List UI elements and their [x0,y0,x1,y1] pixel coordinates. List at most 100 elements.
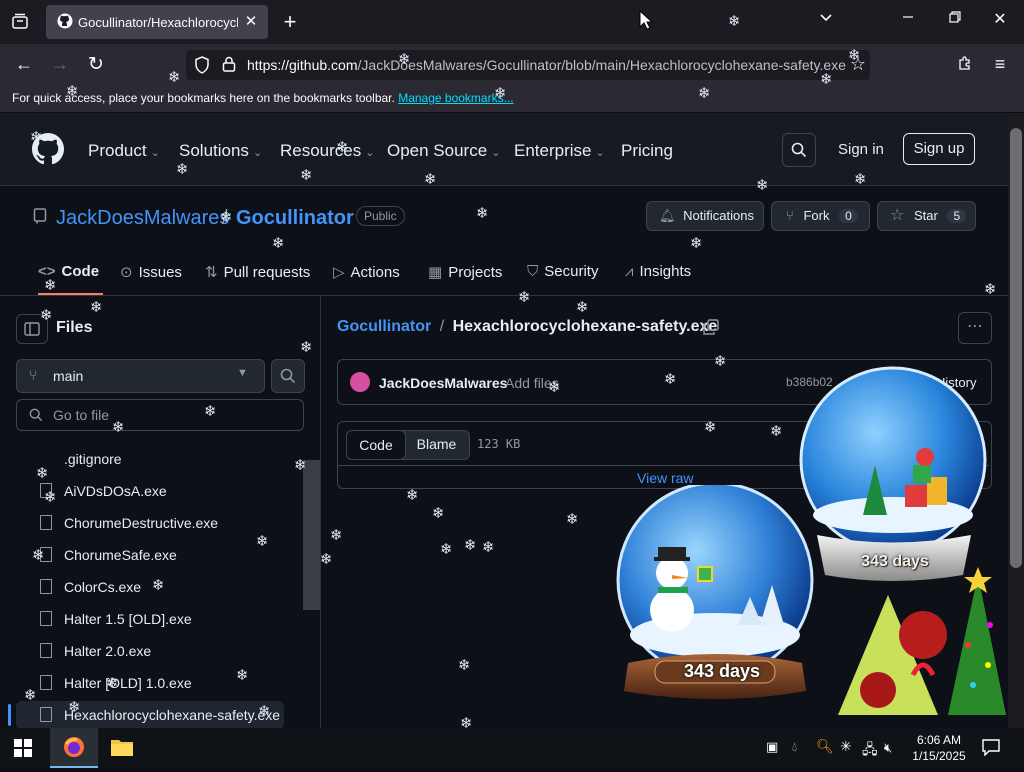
snowflake-icon: ❄ [548,379,561,396]
forward-icon[interactable]: → [50,54,70,75]
file-item[interactable]: Halter [OLD] 1.0.exe [40,669,310,697]
search-button[interactable] [782,133,816,167]
breadcrumb-repo-link[interactable]: Gocullinator [337,318,431,335]
snowflake-icon: ❄ [320,551,333,568]
snowflake-icon: ❄ [704,419,717,436]
sign-in-link[interactable]: Sign in [838,141,884,158]
close-window-icon[interactable]: ✕ [992,9,1008,29]
copy-path-icon[interactable] [703,319,719,340]
repo-owner-link[interactable]: JackDoesMalwares [56,207,229,230]
search-icon [280,368,296,384]
minimize-icon[interactable] [900,10,916,28]
taskbar-firefox[interactable] [50,728,98,768]
file-item-selected[interactable]: Hexachlorocyclohexane-safety.exe [16,701,284,729]
snowflake-icon: ❄ [40,307,53,324]
windows-start-icon[interactable] [14,739,32,762]
tab-security[interactable]: ⛉ Security [527,263,598,280]
nav-solutions[interactable]: Solutions ⌄ [179,141,262,161]
file-item[interactable]: .gitignore [28,445,298,473]
search-icon [29,408,43,422]
nav-product[interactable]: Product ⌄ [88,141,160,161]
countdown-days-left: 343 days [683,661,761,681]
avatar[interactable] [350,372,370,392]
commit-author[interactable]: JackDoesMalwares [379,375,507,391]
tab-insights[interactable]: ⩘ Insights [625,263,691,280]
file-tree-scrollbar[interactable] [303,460,320,610]
snow-globe-gifts: 343 days [795,365,995,590]
file-item[interactable]: ColorCs.exe [40,573,310,601]
more-options-button[interactable]: ⋯ [958,312,992,344]
tab-issues-label: Issues [138,264,182,281]
repo-name-link[interactable]: Gocullinator [236,207,354,230]
tray-network-icon[interactable]: 🖧 [862,739,878,763]
blame-view-button[interactable]: Blame [405,430,468,458]
page-scrollbar-thumb[interactable] [1010,128,1022,568]
sign-up-button[interactable]: Sign up [903,133,975,165]
branch-selector[interactable]: ⑂ main ▼ [16,359,265,393]
tray-volume-muted-icon[interactable]: 🔇︎ [884,740,892,756]
snowflake-icon: ❄ [848,47,861,64]
snowflake-icon: ❄ [44,277,57,294]
kebab-horizontal-icon: ⋯ [967,318,983,335]
tab-actions-label: Actions [350,264,400,281]
file-item[interactable]: Halter 1.5 [OLD].exe [40,605,310,633]
file-item[interactable]: Halter 2.0.exe [40,637,310,665]
close-tab-icon[interactable]: ✕ [243,12,259,30]
tab-issues[interactable]: ⊙ Issues [120,263,182,281]
go-to-file-input[interactable]: Go to file [16,399,304,431]
snowflake-icon: ❄ [68,699,81,716]
nav-enterprise[interactable]: Enterprise ⌄ [514,141,605,161]
file-item[interactable]: ChorumeDestructive.exe [40,509,310,537]
tray-sparkle-icon[interactable]: ✳ [840,738,852,755]
code-view-button[interactable]: Code [346,430,406,460]
shield-icon: ⛉ [527,263,539,280]
nav-open-source[interactable]: Open Source ⌄ [387,141,500,161]
back-icon[interactable]: ← [14,54,34,75]
lock-icon[interactable] [222,56,236,77]
app-menu-icon[interactable]: ≡ [990,54,1010,75]
star-button[interactable]: ☆ Star 5 [877,201,976,231]
file-item[interactable]: AiVDsDOsA.exe [40,477,310,505]
tab-pull-requests[interactable]: ⇅ Pull requests [205,263,310,281]
tray-droplet-icon[interactable]: 💧︎ [792,739,797,755]
notifications-button[interactable]: 🔔︎ Notifications [646,201,764,231]
selected-file-indicator [8,704,11,726]
snowflake-icon: ❄ [482,539,495,556]
nav-pricing[interactable]: Pricing [621,141,673,161]
tray-network-app-icon[interactable]: ▣ [766,739,778,755]
taskbar-clock[interactable]: 6:06 AM 1/15/2025 [903,732,975,764]
list-all-tabs-icon[interactable] [816,10,836,29]
tab-projects[interactable]: ▦ Projects [428,263,502,281]
file-search-button[interactable] [271,359,305,393]
fork-label: Fork [803,208,830,223]
repo-icon [33,208,47,229]
reload-icon[interactable]: ↻ [86,53,106,76]
fork-button[interactable]: ⑂ Fork 0 [771,201,870,231]
tab-list-icon[interactable] [10,12,30,35]
file-explorer-icon[interactable] [110,737,134,762]
bell-icon: 🔔︎ [659,208,676,223]
graph-icon: ⩘ [625,263,634,280]
snowflake-icon: ❄ [300,167,313,184]
shield-icon[interactable] [194,56,210,79]
view-raw-link[interactable]: View raw [637,470,694,486]
url-text[interactable]: https://github.com/JackDoesMalwares/Gocu… [247,57,846,73]
notification-center-icon[interactable] [982,738,1000,761]
snowflake-icon: ❄ [664,371,677,388]
nav-resources[interactable]: Resources ⌄ [280,141,374,161]
go-to-file-placeholder: Go to file [53,407,110,423]
tray-search-app-icon[interactable]: 🔍︎ [816,738,834,755]
snowflake-icon: ❄ [518,289,531,306]
tab-security-label: Security [544,263,599,280]
new-tab-icon[interactable]: + [280,9,300,35]
extensions-icon[interactable] [955,55,975,76]
star-count: 5 [947,209,967,223]
restore-icon[interactable] [947,10,963,28]
snowflake-icon: ❄ [984,281,997,298]
file-item[interactable]: ChorumeSafe.exe [40,541,310,569]
snowflake-icon: ❄ [32,547,45,564]
snowflake-icon: ❄ [258,703,271,720]
snowflake-icon: ❄ [820,71,833,88]
tab-actions[interactable]: ▷ Actions [333,263,400,281]
branch-name: main [53,368,84,384]
